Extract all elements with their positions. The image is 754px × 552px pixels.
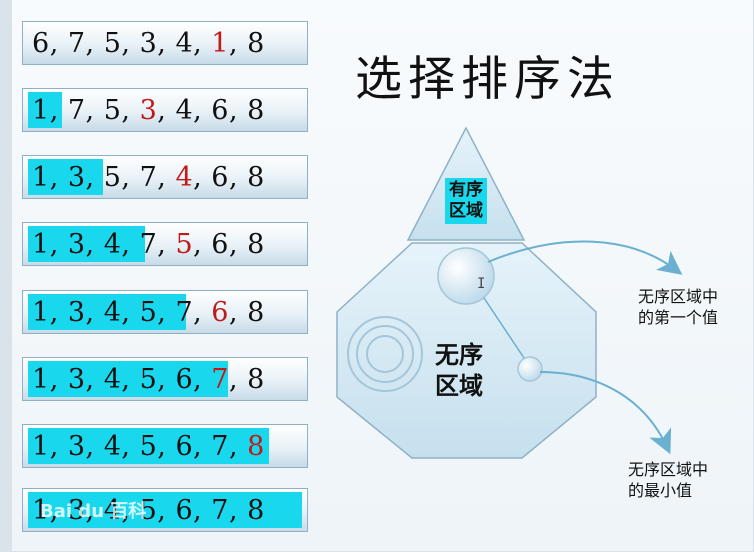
unsorted-region-label: 无序 区域	[435, 340, 483, 402]
min-value-label-line1: 无序区域中	[628, 460, 709, 479]
min-value-label-line2: 的最小值	[628, 481, 693, 500]
sorted-region-label: 有序 区域	[445, 180, 487, 222]
first-value-label: 无序区域中 的第一个值	[638, 286, 718, 328]
slide: 6, 7, 5, 3, 4, 1, 8 1, 7, 5, 3, 4, 6, 8 1,…	[0, 0, 754, 552]
unsorted-region-label-line2: 区域	[435, 372, 483, 400]
unsorted-region-label-line1: 无序	[435, 341, 483, 369]
text-cursor-icon: I	[477, 276, 485, 292]
baidu-watermark: Bai du 百科	[40, 501, 147, 522]
first-value-label-line1: 无序区域中	[638, 287, 719, 306]
min-value-label: 无序区域中 的最小值	[628, 459, 708, 501]
first-value-label-line2: 的第一个值	[638, 308, 719, 327]
sorted-region-label-line2: 区域	[449, 201, 483, 221]
first-value-ball	[437, 247, 495, 305]
sorted-region-label-line1: 有序	[449, 180, 483, 200]
min-value-ball	[517, 356, 543, 382]
